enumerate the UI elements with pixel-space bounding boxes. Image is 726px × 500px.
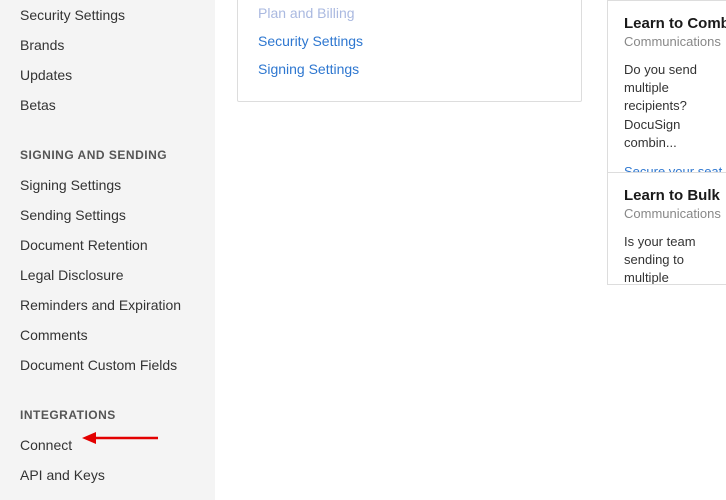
promo-sub: Communications	[624, 206, 710, 221]
section-header-signing-sending: SIGNING AND SENDING	[20, 120, 215, 170]
settings-card: Plan and Billing Security Settings Signi…	[237, 0, 582, 102]
main-content: Plan and Billing Security Settings Signi…	[215, 0, 726, 500]
sidebar-item-betas[interactable]: Betas	[20, 90, 215, 120]
sidebar-item-document-custom-fields[interactable]: Document Custom Fields	[20, 350, 215, 380]
sidebar-item-brands[interactable]: Brands	[20, 30, 215, 60]
promo-card-1: Learn to Comb Communications Do you send…	[607, 0, 726, 194]
sidebar-item-updates[interactable]: Updates	[20, 60, 215, 90]
sidebar-item-connect[interactable]: Connect	[20, 430, 215, 460]
promo-sub: Communications	[624, 34, 710, 49]
sidebar-item-legal-disclosure[interactable]: Legal Disclosure	[20, 260, 215, 290]
promo-card-2: Learn to Bulk Communications Is your tea…	[607, 172, 726, 285]
card-link-plan-billing[interactable]: Plan and Billing	[258, 0, 561, 27]
sidebar-item-sending-settings[interactable]: Sending Settings	[20, 200, 215, 230]
sidebar-item-reminders-expiration[interactable]: Reminders and Expiration	[20, 290, 215, 320]
sidebar-item-signing-settings[interactable]: Signing Settings	[20, 170, 215, 200]
sidebar: Security Settings Brands Updates Betas S…	[0, 0, 215, 500]
sidebar-item-document-retention[interactable]: Document Retention	[20, 230, 215, 260]
promo-title: Learn to Bulk	[624, 187, 710, 204]
sidebar-item-api-keys[interactable]: API and Keys	[20, 460, 215, 490]
card-link-signing-settings[interactable]: Signing Settings	[258, 55, 561, 83]
sidebar-item-security-settings[interactable]: Security Settings	[20, 0, 215, 30]
section-header-integrations: INTEGRATIONS	[20, 380, 215, 430]
promo-title: Learn to Comb	[624, 15, 710, 32]
promo-body: Do you send multiple recipients? DocuSig…	[624, 61, 710, 152]
card-link-security-settings[interactable]: Security Settings	[258, 27, 561, 55]
promo-body: Is your team sending to multiple contact…	[624, 233, 710, 285]
sidebar-item-comments[interactable]: Comments	[20, 320, 215, 350]
